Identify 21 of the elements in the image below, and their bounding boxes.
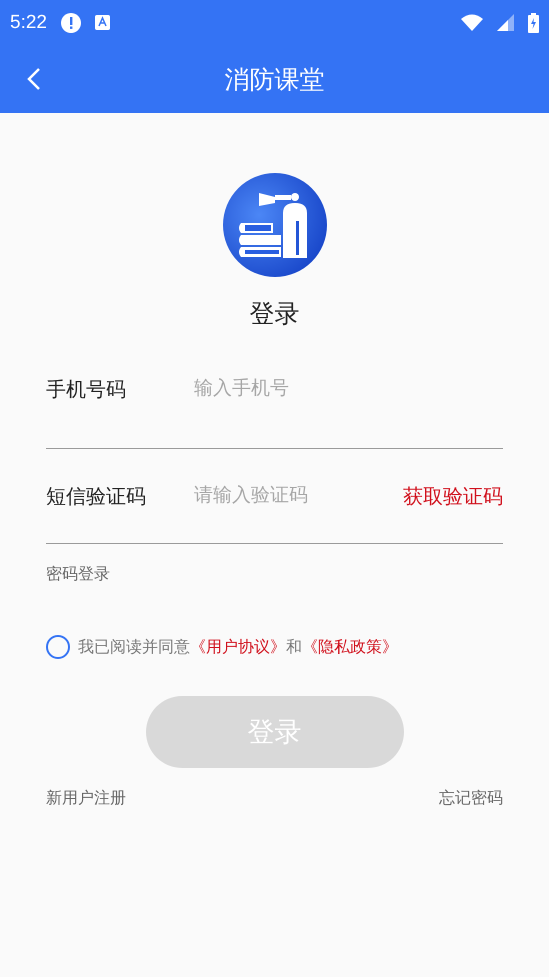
field-label: 短信验证码	[46, 482, 147, 510]
input-field[interactable]: 请输入验证码	[194, 485, 403, 507]
input-field[interactable]: 输入手机号	[194, 378, 503, 400]
page-title: 消防课堂	[224, 64, 324, 96]
login-heading: 登录	[250, 298, 300, 330]
keyboard-icon	[94, 15, 110, 30]
agreement-checkbox[interactable]	[46, 635, 70, 659]
back-icon	[27, 67, 41, 91]
forgot-password-link[interactable]: 忘记密码	[439, 788, 503, 809]
user-agreement-link[interactable]: 《用户协议》	[190, 636, 286, 656]
wifi-icon	[461, 14, 483, 31]
password-login-link[interactable]: 密码登录	[46, 564, 110, 583]
status-time: 5:22	[10, 12, 47, 34]
agreement-text: 我已阅读并同意《用户协议》和《隐私政策》	[78, 636, 398, 658]
privacy-policy-link[interactable]: 《隐私政策》	[302, 636, 398, 656]
register-link[interactable]: 新用户注册	[46, 788, 126, 809]
get-code-button[interactable]: 获取验证码	[403, 482, 503, 510]
signal-icon	[497, 14, 514, 31]
alert-icon	[60, 12, 81, 32]
field-label: 手机号码	[46, 376, 127, 402]
battery-icon	[528, 12, 539, 32]
